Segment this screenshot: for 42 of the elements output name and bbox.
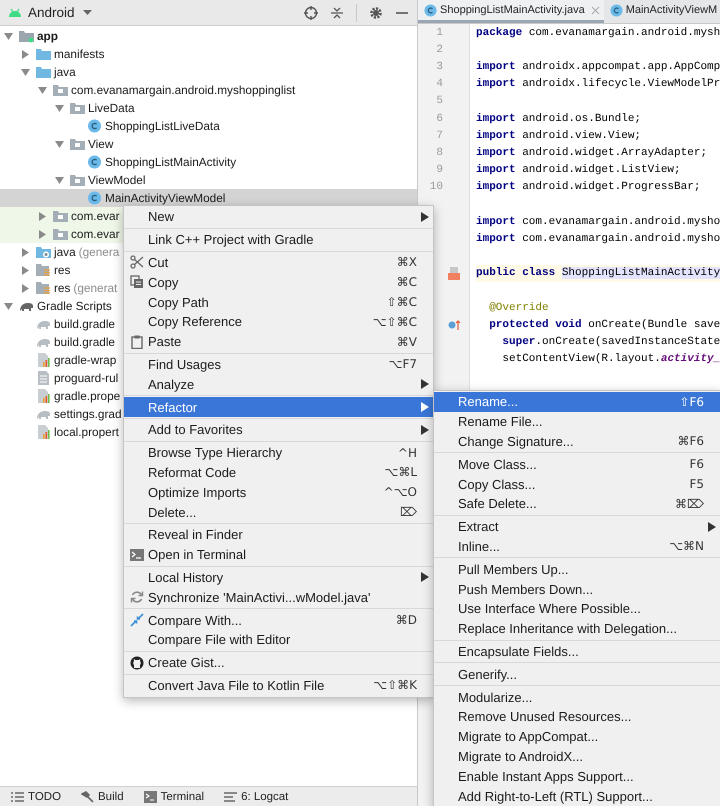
shortcut-hint: ⌥⇧⌘K — [373, 678, 417, 692]
line-number: 3 — [435, 60, 443, 73]
code-line: import android.widget.ListView; — [476, 163, 682, 178]
shortcut-hint: ⌥⌘L — [384, 465, 417, 480]
line-number: 4 — [435, 78, 443, 90]
code-line: import android.widget.ProgressBar; — [476, 180, 702, 196]
shortcut-hint: ⌘D — [396, 613, 417, 628]
line-number: 5 — [435, 95, 443, 108]
code-line: import android.view.View; — [476, 128, 642, 144]
line-number: 9 — [435, 164, 443, 176]
shortcut-hint: ⌦ — [400, 505, 417, 520]
shortcut-hint: ⌘V — [396, 334, 417, 349]
shortcut-hint: ⌥⇧⌘C — [372, 314, 417, 329]
code-line: import android.os.Bundle; — [476, 112, 642, 127]
code-line: import com.evanamargain.android.mysho — [476, 214, 720, 230]
line-number: 10 — [428, 181, 443, 194]
line-number: 1 — [435, 26, 443, 39]
shortcut-hint: ⌘C — [396, 275, 417, 290]
shortcut-hint: ^H — [398, 446, 417, 460]
code-line: protected void onCreate(Bundle save — [488, 318, 720, 333]
shortcut-hint: F6 — [689, 457, 704, 472]
code-line: @Override — [488, 300, 550, 316]
code-line: import androidx.lifecycle.ViewModelPr — [476, 77, 720, 92]
shortcut-hint: ⇧F6 — [679, 394, 704, 409]
line-number: 6 — [435, 112, 443, 125]
code-line: setContentView(R.layout.activity_ — [501, 352, 720, 368]
line-number: 7 — [435, 130, 443, 142]
code-line: package com.evanamargain.android.mysh — [476, 26, 720, 41]
shortcut-hint: ⌥F7 — [388, 357, 417, 372]
line-number: 8 — [435, 146, 443, 159]
code-line: import androidx.appcompat.app.AppComp — [476, 60, 720, 75]
shortcut-hint: ⌥⌘N — [669, 539, 704, 554]
shortcut-hint: ⌘⌦ — [675, 496, 704, 511]
shortcut-hint: ^⌥O — [384, 485, 417, 500]
code-line: import android.widget.ArrayAdapter; — [476, 146, 708, 161]
code-line: import com.evanamargain.android.mysho — [476, 232, 720, 247]
line-number: 2 — [435, 44, 443, 56]
shortcut-hint: F5 — [689, 477, 704, 492]
shortcut-hint: ⇧⌘C — [386, 295, 417, 310]
shortcut-hint: ⌘X — [396, 255, 417, 270]
shortcut-hint: ⌘F6 — [677, 434, 704, 448]
code-line: super.onCreate(savedInstanceState — [501, 334, 720, 350]
